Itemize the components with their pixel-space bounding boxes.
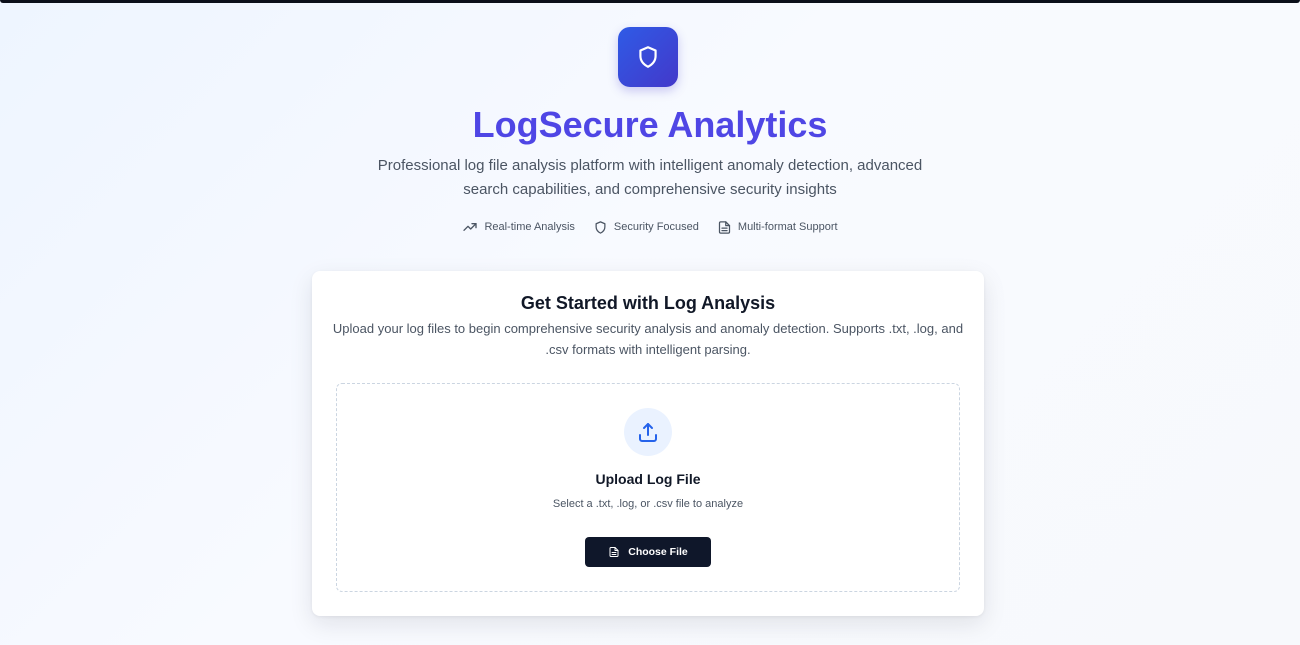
app-logo	[618, 27, 678, 87]
choose-file-button[interactable]: Choose File	[585, 537, 711, 567]
card-title: Get Started with Log Analysis	[520, 293, 776, 313]
file-text-icon	[718, 220, 731, 234]
feature-security-focused: Security Focused	[593, 218, 699, 236]
feature-realtime-analysis: Real-time Analysis	[462, 218, 575, 236]
upload-title: Upload Log File	[595, 471, 701, 487]
page-title: LogSecure Analytics	[472, 104, 828, 145]
feature-label: Real-time Analysis	[484, 221, 575, 233]
feature-label: Multi-format Support	[737, 221, 838, 233]
feature-label: Security Focused	[613, 221, 699, 233]
shield-icon	[639, 46, 657, 68]
shield-icon	[595, 220, 606, 234]
card-description: Upload your log files to begin comprehen…	[332, 321, 964, 357]
window-top-edge	[0, 0, 1300, 3]
page-subtitle: Professional log file analysis platform …	[377, 157, 923, 198]
trending-up-icon	[463, 223, 478, 231]
get-started-card: Get Started with Log Analysis Upload you…	[312, 271, 984, 616]
choose-file-label: Choose File	[628, 546, 688, 558]
upload-dropzone[interactable]: Upload Log File Select a .txt, .log, or …	[336, 383, 960, 592]
file-text-icon	[609, 547, 619, 557]
feature-list: Real-time Analysis Security Focused Mult…	[0, 218, 1300, 236]
upload-icon-badge	[624, 408, 672, 456]
feature-multiformat-support: Multi-format Support	[717, 218, 838, 236]
upload-icon	[639, 423, 657, 442]
upload-hint: Select a .txt, .log, or .csv file to ana…	[552, 498, 744, 510]
